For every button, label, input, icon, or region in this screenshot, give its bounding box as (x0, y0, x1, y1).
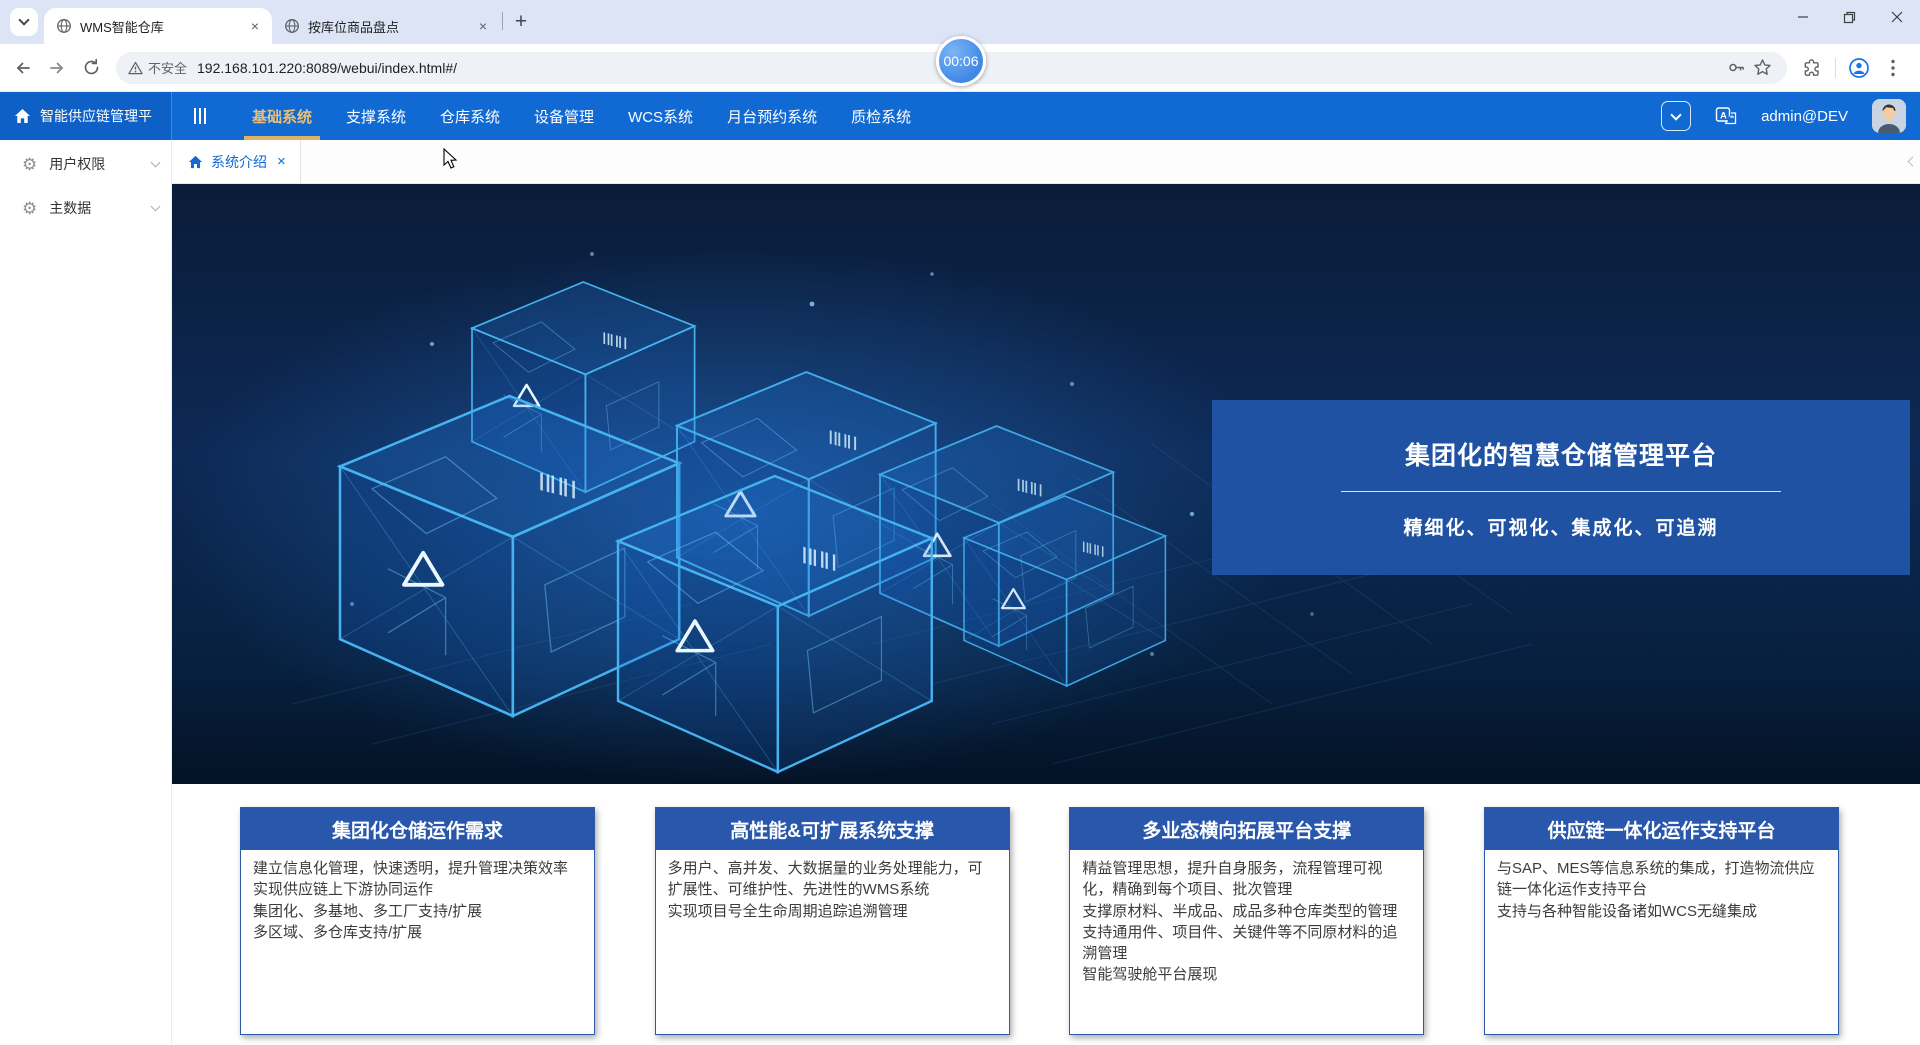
feature-card: 高性能&可扩展系统支撑 多用户、高并发、大数据量的业务处理能力，可扩展性、可维护… (655, 807, 1010, 1035)
home-icon (188, 155, 203, 169)
chevron-down-icon (151, 158, 161, 168)
feature-cards: 集团化仓储运作需求 建立信息化管理，快速透明，提升管理决策效率 实现供应链上下游… (172, 784, 1920, 1035)
sidebar: ⚙ 用户权限 ⚙ 主数据 (0, 140, 172, 1045)
browser-tab[interactable]: 按库位商品盘点 × (272, 8, 500, 44)
hero-divider (1341, 491, 1781, 492)
app-logo-text: 智能供应链管理平 (40, 106, 152, 126)
nav-menu-item-label: 设备管理 (534, 106, 594, 127)
feature-card-body: 多用户、高并发、大数据量的业务处理能力，可扩展性、可维护性、先进性的WMS系统 … (656, 850, 1009, 930)
user-avatar[interactable] (1872, 99, 1906, 133)
sidebar-item-label: 用户权限 (49, 154, 105, 174)
feature-card-title: 供应链一体化运作支持平台 (1485, 808, 1838, 850)
chevron-down-icon (18, 14, 29, 25)
security-label: 不安全 (148, 58, 187, 77)
home-logo-icon (14, 108, 31, 124)
extensions-puzzle-icon[interactable] (1795, 51, 1829, 85)
hero-subtitle: 精细化、可视化、集成化、可追溯 (1403, 513, 1718, 540)
sidebar-item[interactable]: ⚙ 用户权限 (0, 142, 171, 186)
tab-search-button[interactable] (10, 8, 38, 36)
nav-menu-item[interactable]: 支撑系统 (346, 92, 406, 140)
security-chip[interactable]: 不安全 (128, 58, 197, 77)
nav-menu-item-label: 基础系统 (252, 106, 312, 127)
tab-divider (502, 12, 503, 30)
browser-tab[interactable]: WMS智能仓库 × (44, 8, 272, 44)
warning-icon (128, 61, 143, 75)
sidebar-item[interactable]: ⚙ 主数据 (0, 186, 171, 230)
gear-icon: ⚙ (22, 156, 37, 173)
nav-menu-item-label: 仓库系统 (440, 106, 500, 127)
feature-card-title: 高性能&可扩展系统支撑 (656, 808, 1009, 850)
nav-menu-item[interactable]: 设备管理 (534, 92, 594, 140)
feature-card: 供应链一体化运作支持平台 与SAP、MES等信息系统的集成，打造物流供应链一体化… (1484, 807, 1839, 1035)
hero-text-panel: 集团化的智慧仓储管理平台 精细化、可视化、集成化、可追溯 (1212, 400, 1910, 575)
recording-timer-overlay: 00:06 (936, 36, 986, 86)
feature-card: 多业态横向拓展平台支撑 精益管理思想，提升自身服务，流程管理可视化，精确到每个项… (1069, 807, 1424, 1035)
hero-banner: 集团化的智慧仓储管理平台 精细化、可视化、集成化、可追溯 (172, 184, 1920, 784)
workspace-tab-close-icon[interactable]: × (277, 153, 286, 170)
translate-icon[interactable]: A (1715, 106, 1737, 126)
password-key-icon[interactable] (1723, 55, 1749, 81)
nav-menu-item-label: 支撑系统 (346, 106, 406, 127)
nav-menu-item[interactable]: 基础系统 (252, 92, 312, 140)
main-menu: 基础系统 支撑系统 仓库系统 设备管理 WCS系统 月台预约系统 质检系统 (252, 92, 911, 140)
feature-card-title: 多业态横向拓展平台支撑 (1070, 808, 1423, 850)
feature-card-body: 建立信息化管理，快速透明，提升管理决策效率 实现供应链上下游协同运作 集团化、多… (241, 850, 594, 951)
hero-title: 集团化的智慧仓储管理平台 (1405, 436, 1717, 472)
profile-avatar-icon[interactable] (1842, 51, 1876, 85)
feature-card: 集团化仓储运作需求 建立信息化管理，快速透明，提升管理决策效率 实现供应链上下游… (240, 807, 595, 1035)
nav-menu-item-label: WCS系统 (628, 106, 693, 127)
bookmark-star-icon[interactable] (1749, 55, 1775, 81)
browser-tab-title: 按库位商品盘点 (308, 17, 466, 36)
browser-tab-title: WMS智能仓库 (80, 17, 238, 36)
feature-card-title: 集团化仓储运作需求 (241, 808, 594, 850)
gear-icon: ⚙ (22, 200, 37, 217)
window-controls (1779, 0, 1920, 44)
globe-favicon-icon (56, 18, 72, 34)
tab-close-icon[interactable]: × (246, 17, 264, 35)
nav-menu-item[interactable]: 月台预约系统 (727, 92, 817, 140)
app-logo[interactable]: 智能供应链管理平 (0, 92, 172, 140)
navbar-right: A admin@DEV (1661, 92, 1920, 140)
back-button[interactable] (6, 51, 40, 85)
workspace-tab-label: 系统介绍 (211, 152, 267, 172)
globe-favicon-icon (284, 18, 300, 34)
tab-scroll-left-button[interactable] (1909, 140, 1916, 183)
new-tab-button[interactable]: + (507, 8, 535, 36)
nav-menu-item[interactable]: 仓库系统 (440, 92, 500, 140)
nav-menu-item[interactable]: 质检系统 (851, 92, 911, 140)
main-area: 系统介绍 × (172, 140, 1920, 1045)
window-close-button[interactable] (1873, 0, 1920, 34)
chevron-down-icon (1670, 109, 1681, 120)
chevron-left-icon (1908, 157, 1918, 167)
nav-menu-item-label: 月台预约系统 (727, 106, 817, 127)
nav-menu-item-label: 质检系统 (851, 106, 911, 127)
chevron-down-icon (151, 202, 161, 212)
menu-collapse-icon[interactable] (172, 92, 228, 140)
workspace-tab[interactable]: 系统介绍 × (172, 140, 301, 183)
feature-card-body: 与SAP、MES等信息系统的集成，打造物流供应链一体化运作支持平台 支持与各种智… (1485, 850, 1838, 930)
timer-value: 00:06 (943, 53, 978, 69)
window-minimize-button[interactable] (1779, 0, 1826, 34)
browser-menu-dots-icon[interactable] (1876, 51, 1910, 85)
svg-text:A: A (1720, 111, 1727, 122)
tab-close-icon[interactable]: × (474, 17, 492, 35)
sidebar-item-label: 主数据 (49, 198, 91, 218)
panel-toggle-button[interactable] (1661, 101, 1691, 131)
toolbar-divider (1835, 58, 1836, 78)
app-navbar: 智能供应链管理平 基础系统 支撑系统 仓库系统 设备管理 WCS系统 (0, 92, 1920, 140)
feature-card-body: 精益管理思想，提升自身服务，流程管理可视化，精确到每个项目、批次管理 支撑原材料… (1070, 850, 1423, 994)
nav-menu-item[interactable]: WCS系统 (628, 92, 693, 140)
reload-button[interactable] (74, 51, 108, 85)
user-menu[interactable]: admin@DEV (1761, 108, 1848, 125)
window-restore-button[interactable] (1826, 0, 1873, 34)
forward-button[interactable] (40, 51, 74, 85)
workspace-tab-bar: 系统介绍 × (172, 140, 1920, 184)
app-body: ⚙ 用户权限 ⚙ 主数据 系统介绍 × (0, 140, 1920, 1045)
